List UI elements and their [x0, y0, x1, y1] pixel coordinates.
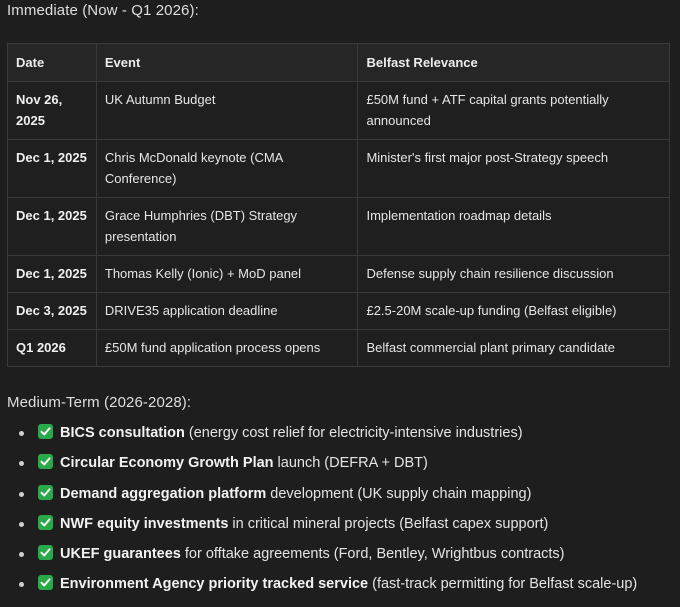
item-title: Demand aggregation platform — [60, 485, 267, 502]
bullet-dot-icon — [19, 552, 24, 558]
check-mark-icon — [38, 424, 53, 439]
item-title: NWF equity investments — [60, 515, 229, 532]
item-description: (energy cost relief for electricity-inte… — [184, 425, 523, 441]
table-header-row: Date Event Belfast Relevance — [7, 43, 670, 82]
date-cell: Dec 1, 2025 — [7, 255, 97, 293]
check-mark-icon — [38, 484, 53, 500]
date-cell: Dec 3, 2025 — [7, 292, 97, 330]
event-cell: UK Autumn Budget — [95, 81, 359, 140]
event-cell: Grace Humphries (DBT) Strategy presentat… — [95, 197, 359, 256]
date-cell: Dec 1, 2025 — [7, 139, 97, 198]
item-description: for offtake agreements (Ford, Bentley, W… — [180, 546, 565, 563]
bullet-dot-icon — [19, 521, 24, 527]
bullet-dot-icon — [19, 461, 24, 467]
list-item: UKEF guarantees for offtake agreements (… — [0, 539, 637, 569]
list-item: BICS consultation (energy cost relief fo… — [0, 418, 637, 448]
date-cell: Q1 2026 — [7, 329, 97, 367]
column-header-date: Date — [7, 43, 97, 82]
event-cell: Thomas Kelly (Ionic) + MoD panel — [95, 255, 359, 293]
date-cell: Dec 1, 2025 — [7, 197, 97, 256]
relevance-cell: Implementation roadmap details — [357, 197, 670, 256]
event-cell: £50M fund application process opens — [95, 329, 359, 367]
list-item: Circular Economy Growth Plan launch (DEF… — [0, 448, 637, 478]
table-row: Dec 1, 2025 Grace Humphries (DBT) Strate… — [7, 197, 670, 256]
relevance-cell: £50M fund + ATF capital grants potential… — [357, 81, 670, 140]
item-description: in critical mineral projects (Belfast ca… — [228, 515, 549, 532]
table-row: Nov 26, 2025 UK Autumn Budget £50M fund … — [7, 81, 670, 140]
table-row: Dec 1, 2025 Chris McDonald keynote (CMA … — [7, 139, 670, 198]
column-header-relevance: Belfast Relevance — [357, 43, 670, 82]
check-mark-icon — [38, 575, 53, 591]
check-mark-icon — [38, 514, 53, 530]
relevance-cell: Belfast commercial plant primary candida… — [357, 329, 670, 367]
bullet-dot-icon — [19, 582, 24, 588]
list-item: Environment Agency priority tracked serv… — [0, 569, 637, 599]
table-row: Dec 3, 2025 DRIVE35 application deadline… — [7, 292, 670, 330]
relevance-cell: £2.5-20M scale-up funding (Belfast eligi… — [357, 292, 670, 330]
medium-term-section-heading: Medium-Term (2026-2028): — [7, 394, 192, 411]
medium-term-list: BICS consultation (energy cost relief fo… — [0, 418, 637, 600]
date-cell: Nov 26, 2025 — [7, 81, 97, 140]
column-header-event: Event — [95, 43, 359, 82]
list-item: NWF equity investments in critical miner… — [0, 509, 637, 539]
event-cell: Chris McDonald keynote (CMA Conference) — [95, 139, 359, 198]
timeline-table: Date Event Belfast Relevance Nov 26, 202… — [7, 43, 670, 367]
immediate-section-heading: Immediate (Now - Q1 2026): — [7, 2, 199, 19]
item-description: (fast-track permitting for Belfast scale… — [368, 576, 638, 593]
check-mark-icon — [38, 545, 53, 561]
item-title: BICS consultation — [60, 425, 185, 441]
item-description: launch (DEFRA + DBT) — [273, 455, 428, 472]
table-row: Q1 2026 £50M fund application process op… — [7, 329, 670, 367]
bullet-dot-icon — [19, 431, 24, 436]
item-title: Environment Agency priority tracked serv… — [60, 576, 369, 593]
list-item: Demand aggregation platform development … — [0, 479, 637, 509]
table-row: Dec 1, 2025 Thomas Kelly (Ionic) + MoD p… — [7, 255, 670, 293]
item-title: Circular Economy Growth Plan — [60, 455, 274, 472]
event-cell: DRIVE35 application deadline — [95, 292, 359, 330]
relevance-cell: Defense supply chain resilience discussi… — [357, 255, 670, 293]
check-mark-icon — [38, 454, 53, 470]
item-title: UKEF guarantees — [60, 546, 181, 563]
bullet-dot-icon — [19, 491, 24, 497]
relevance-cell: Minister's first major post-Strategy spe… — [357, 139, 670, 198]
item-description: development (UK supply chain mapping) — [266, 485, 532, 502]
